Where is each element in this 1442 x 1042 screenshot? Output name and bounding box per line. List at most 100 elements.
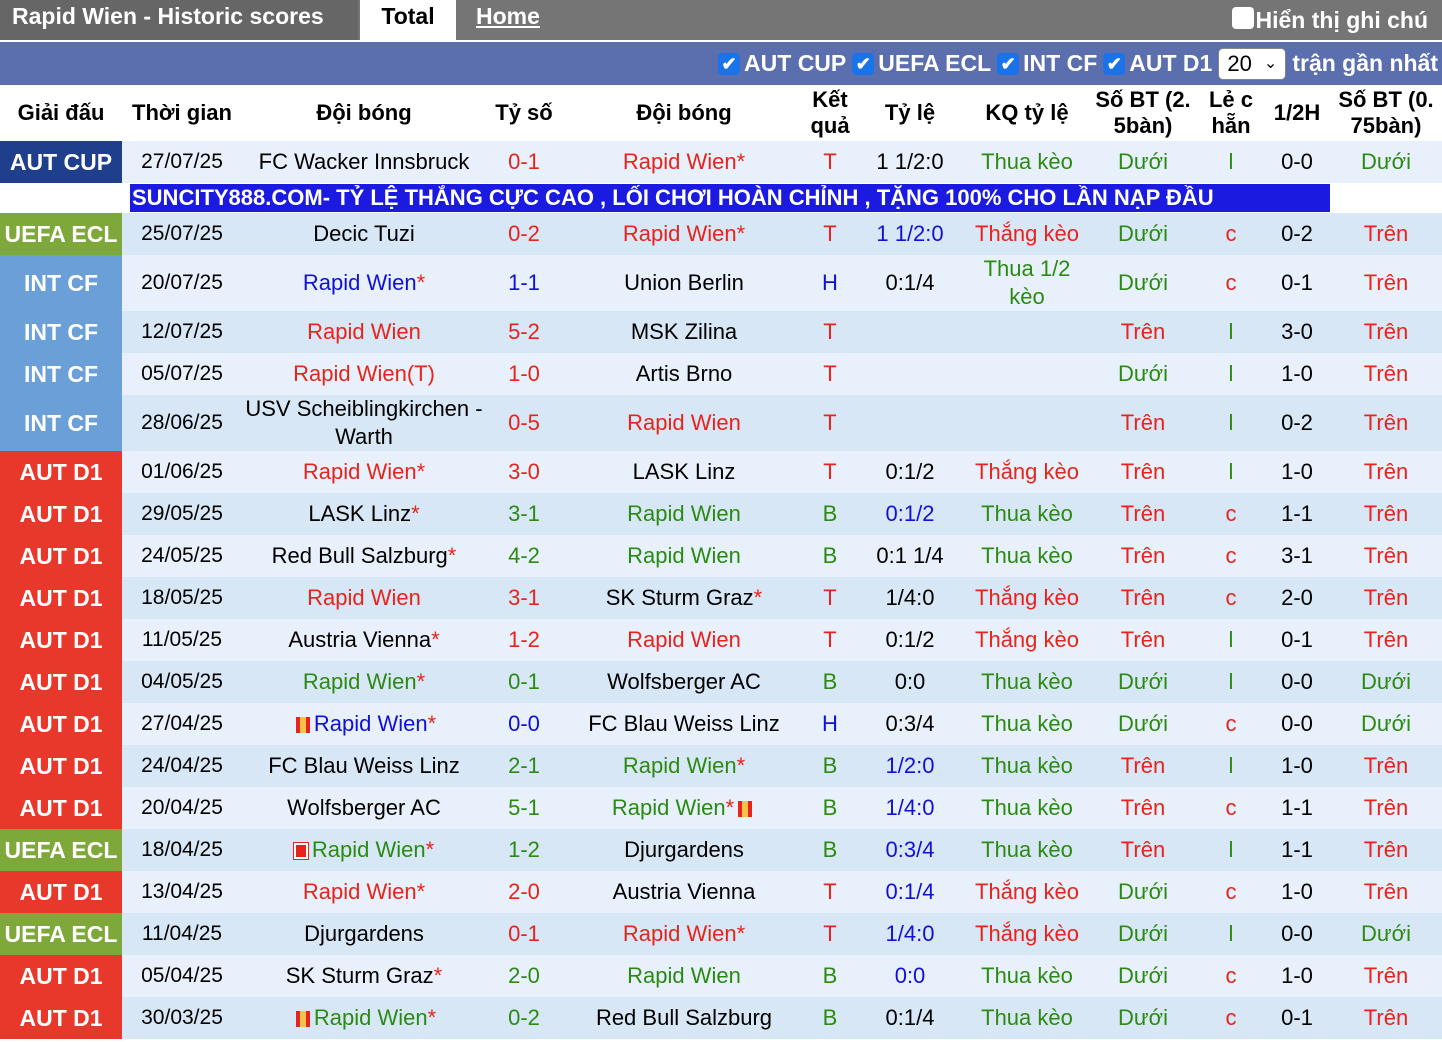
table-row[interactable]: AUT D1 24/05/25 Red Bull Salzburg* 4-2 Rapid… [0, 535, 1442, 577]
away-team-name[interactable]: SK Sturm Graz [606, 585, 754, 610]
table-row[interactable]: AUT D1 27/04/25 Rapid Wien* 0-0 FC Blau Weis… [0, 703, 1442, 745]
home-team-name[interactable]: Rapid Wien [312, 837, 426, 862]
away-team-name[interactable]: Union Berlin [624, 270, 744, 295]
table-row[interactable]: INT CF 12/07/25 Rapid Wien 5-2 MSK Zilina T Tr… [0, 311, 1442, 353]
away-team-name[interactable]: Rapid Wien [627, 543, 741, 568]
odds-cell: 0:1/4 [854, 997, 966, 1039]
table-row[interactable]: AUT D1 05/04/25 SK Sturm Graz* 2-0 Rapid Wie… [0, 955, 1442, 997]
home-team-name[interactable]: Rapid Wien [314, 1005, 428, 1030]
half-time-cell: 1-1 [1264, 787, 1330, 829]
league-cell: AUT D1 [0, 955, 122, 997]
filter-uefa-ecl[interactable]: ✔ UEFA ECL [852, 50, 991, 77]
home-team-cell: SK Sturm Graz* [242, 955, 486, 997]
home-team-name[interactable]: Djurgardens [304, 921, 424, 946]
home-team-name[interactable]: USV Scheiblingkirchen -Warth [245, 396, 482, 449]
away-team-name[interactable]: FC Blau Weiss Linz [588, 711, 780, 736]
home-team-name[interactable]: Rapid Wien [303, 270, 417, 295]
match-count-select[interactable]: 20 ⌄ [1218, 47, 1287, 80]
away-team-name[interactable]: Austria Vienna [613, 879, 756, 904]
score-cell: 0-1 [486, 141, 562, 183]
table-row[interactable]: AUT D1 29/05/25 LASK Linz* 3-1 Rapid Wien B 0:… [0, 493, 1442, 535]
table-row[interactable]: UEFA ECL 25/07/25 Decic Tuzi 0-2 Rapid Wien*… [0, 213, 1442, 255]
home-team-name[interactable]: LASK Linz [308, 501, 411, 526]
odds-result-cell: Thua kèo [966, 141, 1088, 183]
home-team-name[interactable]: FC Blau Weiss Linz [268, 753, 460, 778]
table-row[interactable]: INT CF 28/06/25 USV Scheiblingkirchen -War… [0, 395, 1442, 451]
home-team-name[interactable]: Rapid Wien [307, 585, 421, 610]
home-team-name[interactable]: Decic Tuzi [313, 221, 414, 246]
home-team-name[interactable]: FC Wacker Innsbruck [259, 149, 470, 174]
away-team-name[interactable]: Rapid Wien [623, 149, 737, 174]
table-row[interactable]: AUT CUP 27/07/25 FC Wacker Innsbruck 0-1 Rap… [0, 141, 1442, 183]
away-team-name[interactable]: Rapid Wien [623, 921, 737, 946]
away-team-name[interactable]: Djurgardens [624, 837, 744, 862]
home-team-name[interactable]: Rapid Wien [314, 711, 428, 736]
home-marker: * [433, 963, 443, 988]
odd-even-cell: l [1198, 141, 1264, 183]
check-icon[interactable]: ✔ [718, 52, 741, 75]
home-team-name[interactable]: Rapid Wien [303, 459, 417, 484]
away-team-cell: Rapid Wien* [562, 745, 806, 787]
away-team-cell: Rapid Wien* [562, 787, 806, 829]
table-row[interactable]: INT CF 20/07/25 Rapid Wien* 1-1 Union Berlin… [0, 255, 1442, 311]
table-row[interactable]: UEFA ECL 11/04/25 Djurgardens 0-1 Rapid Wien… [0, 913, 1442, 955]
odds-result-cell: Thua kèo [966, 955, 1088, 997]
home-team-name[interactable]: Red Bull Salzburg [272, 543, 448, 568]
odds-result-cell: Thua 1/2 kèo [966, 255, 1088, 311]
over-under-075-cell: Dưới [1330, 913, 1442, 955]
over-under-cell: Trên [1088, 451, 1198, 493]
home-team-name[interactable]: Rapid Wien [307, 319, 421, 344]
away-team-name[interactable]: Wolfsberger AC [607, 669, 761, 694]
home-marker: (T) [406, 361, 435, 386]
check-icon[interactable]: ✔ [997, 52, 1020, 75]
home-team-name[interactable]: Rapid Wien [303, 669, 417, 694]
tab-total[interactable]: Total [360, 0, 456, 40]
filter-int-cf[interactable]: ✔ INT CF [997, 50, 1097, 77]
away-team-name[interactable]: Rapid Wien [627, 501, 741, 526]
away-team-name[interactable]: Rapid Wien [627, 627, 741, 652]
filter-aut-d1[interactable]: ✔ AUT D1 [1103, 50, 1212, 77]
league-cell: AUT D1 [0, 535, 122, 577]
away-team-name[interactable]: Rapid Wien [627, 410, 741, 435]
home-team-name[interactable]: Wolfsberger AC [287, 795, 441, 820]
table-row[interactable]: AUT D1 11/05/25 Austria Vienna* 1-2 Rapid Wi… [0, 619, 1442, 661]
filter-aut-cup[interactable]: ✔ AUT CUP [718, 50, 846, 77]
home-team-name[interactable]: Rapid Wien [303, 879, 417, 904]
home-team-name[interactable]: SK Sturm Graz [286, 963, 434, 988]
table-row[interactable]: AUT D1 30/03/25 Rapid Wien* 0-2 Red Bull Sal… [0, 997, 1442, 1039]
tab-home[interactable]: Home [476, 0, 540, 40]
check-icon[interactable]: ✔ [852, 52, 875, 75]
table-row[interactable]: INT CF 05/07/25 Rapid Wien(T) 1-0 Artis Brno… [0, 353, 1442, 395]
table-row[interactable]: AUT D1 04/05/25 Rapid Wien* 0-1 Wolfsberger … [0, 661, 1442, 703]
table-row[interactable]: AUT D1 24/04/25 FC Blau Weiss Linz 2-1 Rapid… [0, 745, 1442, 787]
check-icon[interactable]: ✔ [1103, 52, 1126, 75]
away-team-name[interactable]: Rapid Wien [623, 221, 737, 246]
odds-result-cell: Thua kèo [966, 535, 1088, 577]
odds-cell: 1/4:0 [854, 913, 966, 955]
home-team-name[interactable]: Austria Vienna [288, 627, 431, 652]
over-under-075-cell: Trên [1330, 451, 1442, 493]
away-team-name[interactable]: LASK Linz [633, 459, 736, 484]
away-team-name[interactable]: Rapid Wien [627, 963, 741, 988]
table-row[interactable]: AUT D1 01/06/25 Rapid Wien* 3-0 LASK Linz T 0:… [0, 451, 1442, 493]
show-notes-toggle[interactable]: Hiển thị ghi chú [1231, 0, 1428, 40]
odds-result-cell: Thắng kèo [966, 213, 1088, 255]
promo-banner[interactable]: SUNCITY888.COM- TỶ LỆ THẮNG CỰC CAO , LỐ… [130, 184, 1330, 212]
away-team-name[interactable]: Red Bull Salzburg [596, 1005, 772, 1030]
home-team-name[interactable]: Rapid Wien [293, 361, 407, 386]
result-cell: B [806, 787, 854, 829]
away-team-name[interactable]: Rapid Wien [623, 753, 737, 778]
home-team-cell: Djurgardens [242, 913, 486, 955]
away-team-name[interactable]: Artis Brno [636, 361, 733, 386]
over-under-cell: Dưới [1088, 353, 1198, 395]
table-row[interactable]: UEFA ECL 18/04/25 Rapid Wien* 1-2 Djurgarden… [0, 829, 1442, 871]
table-row[interactable]: AUT D1 13/04/25 Rapid Wien* 2-0 Austria Vien… [0, 871, 1442, 913]
away-team-name[interactable]: MSK Zilina [631, 319, 737, 344]
away-team-name[interactable]: Rapid Wien [612, 795, 726, 820]
away-team-cell: Rapid Wien* [562, 213, 806, 255]
historic-scores-table: Giải đấu Thời gian Đội bóng Tỷ số Đội bóng Kế… [0, 85, 1442, 1039]
show-notes-checkbox[interactable] [1231, 7, 1254, 29]
table-row[interactable]: AUT D1 20/04/25 Wolfsberger AC 5-1 Rapid Wie… [0, 787, 1442, 829]
odds-cell: 0:3/4 [854, 829, 966, 871]
table-row[interactable]: AUT D1 18/05/25 Rapid Wien 3-1 SK Sturm Graz… [0, 577, 1442, 619]
